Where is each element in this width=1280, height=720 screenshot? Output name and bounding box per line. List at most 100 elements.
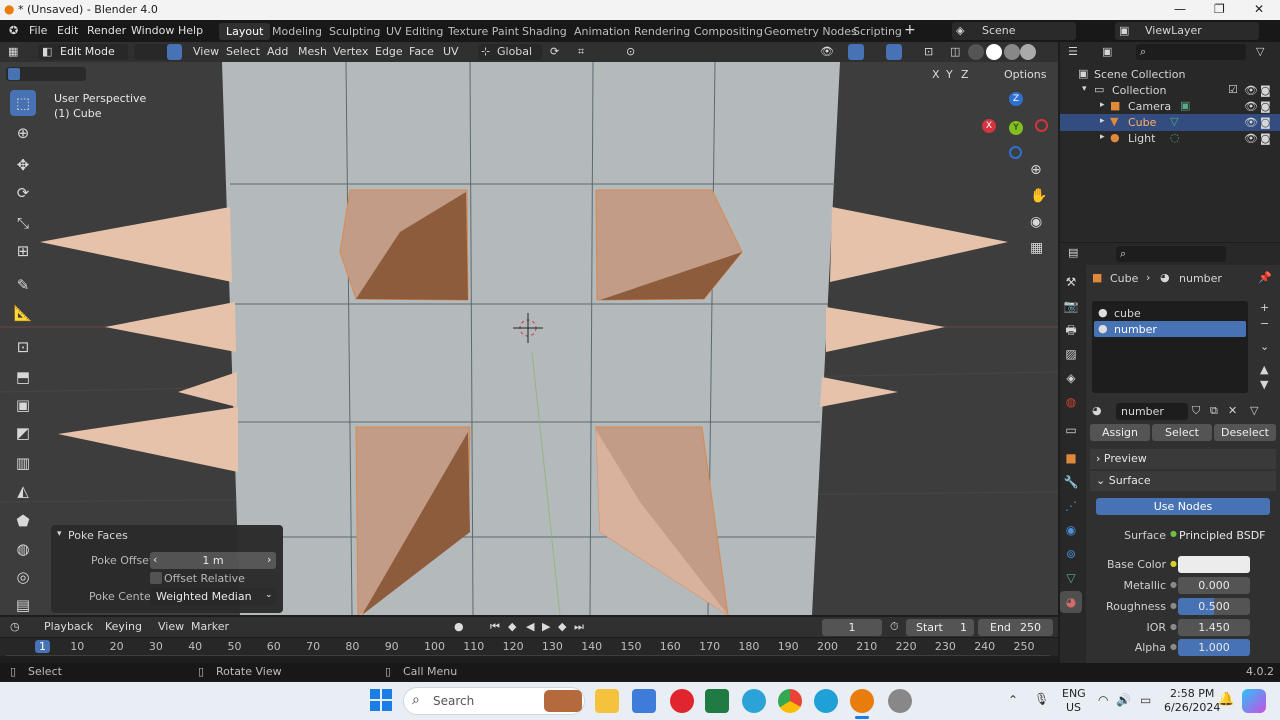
- blender-menu-icon[interactable]: ✪: [9, 24, 18, 37]
- eye-icon[interactable]: 👁: [1244, 132, 1258, 145]
- obs-icon[interactable]: [888, 689, 912, 713]
- viewport-menu-view[interactable]: View: [193, 45, 219, 58]
- navigation-gizmo[interactable]: Z X Y: [980, 90, 1052, 162]
- edge-icon[interactable]: [814, 689, 838, 713]
- viewport-menu-face[interactable]: Face: [409, 45, 434, 58]
- render-icon[interactable]: ◙: [1260, 132, 1271, 145]
- add-cube-tool-icon[interactable]: ⊡: [10, 334, 36, 360]
- end-frame-field[interactable]: End 250: [978, 619, 1053, 636]
- timeline-menu-view[interactable]: View: [158, 620, 184, 633]
- minimize-icon[interactable]: —: [1174, 2, 1186, 16]
- view-layer-selector[interactable]: ▣ ViewLayer: [1115, 22, 1259, 40]
- store-app-icon[interactable]: [632, 689, 656, 713]
- tab-texture-paint[interactable]: Texture Paint: [441, 23, 526, 40]
- outliner-item-cube[interactable]: ▸ ▼ Cube ▽ 👁 ◙: [1060, 114, 1280, 131]
- browse-material-icon[interactable]: ◕: [1092, 404, 1102, 417]
- timeline-ruler[interactable]: 1 10 20 30 40 50 60 70 80 90 100 110 120 130 140 150 160…: [0, 638, 1058, 659]
- chrome-icon[interactable]: [778, 689, 802, 713]
- menu-window[interactable]: Window: [131, 24, 174, 37]
- mode-dropdown[interactable]: ◧ Edit Mode: [38, 44, 128, 60]
- menu-render[interactable]: Render: [87, 24, 126, 37]
- tool-tab-icon[interactable]: ⚒: [1060, 271, 1082, 293]
- properties-editor-icon[interactable]: ▤: [1068, 246, 1078, 259]
- record-icon[interactable]: ●: [454, 620, 464, 633]
- new-selection-button[interactable]: [8, 68, 20, 80]
- material-slot-item-selected[interactable]: ● number: [1094, 321, 1246, 337]
- menu-file[interactable]: File: [29, 24, 47, 37]
- opera-icon[interactable]: [670, 689, 694, 713]
- visibility-icon[interactable]: 👁: [820, 45, 834, 58]
- next-keyframe-icon[interactable]: ◆: [558, 620, 566, 633]
- surface-panel-header[interactable]: ⌄ Surface: [1090, 471, 1276, 491]
- poly-build-tool-icon[interactable]: ⬟: [10, 508, 36, 534]
- metallic-field[interactable]: 0.000: [1178, 577, 1250, 594]
- face-select-mode-button[interactable]: [167, 44, 182, 60]
- expand-icon[interactable]: ▾: [1082, 84, 1087, 94]
- modifier-tab-icon[interactable]: 🔧: [1060, 471, 1082, 493]
- material-tab-icon[interactable]: ◕: [1060, 591, 1082, 613]
- duplicate-icon[interactable]: ⧉: [1210, 404, 1218, 418]
- particles-tab-icon[interactable]: ⋰: [1060, 495, 1082, 517]
- knife-tool-icon[interactable]: ◭: [10, 478, 36, 504]
- viewport-menu-vertex[interactable]: Vertex: [333, 45, 368, 58]
- lang-line2[interactable]: US: [1066, 701, 1081, 714]
- assign-button[interactable]: Assign: [1090, 424, 1150, 441]
- maximize-icon[interactable]: ❐: [1214, 2, 1225, 16]
- ortho-toggle-icon[interactable]: ▦: [1030, 240, 1043, 256]
- poke-offset-field[interactable]: ‹ 1 m ›: [150, 552, 276, 569]
- scene-tab-icon[interactable]: ◈: [1060, 367, 1082, 389]
- tab-modeling[interactable]: Modeling: [265, 23, 329, 40]
- ior-field[interactable]: 1.450: [1178, 619, 1250, 636]
- viewport-menu-add[interactable]: Add: [267, 45, 288, 58]
- render-icon[interactable]: ◙: [1260, 84, 1271, 97]
- pan-hand-icon[interactable]: ✋: [1030, 188, 1047, 204]
- render-tab-icon[interactable]: 📷: [1060, 295, 1082, 317]
- move-down-icon[interactable]: ▼: [1260, 378, 1268, 391]
- current-frame-field[interactable]: 1: [822, 619, 882, 636]
- display-mode-icon[interactable]: ▣: [1102, 45, 1112, 58]
- xray-icon[interactable]: ◫: [950, 45, 960, 58]
- pin-icon[interactable]: 📌: [1258, 271, 1272, 284]
- move-up-icon[interactable]: ▲: [1260, 363, 1268, 376]
- notification-bell-icon[interactable]: 🔔: [1218, 692, 1234, 707]
- battery-icon[interactable]: ▭: [1140, 693, 1151, 707]
- bevel-tool-icon[interactable]: ◩: [10, 420, 36, 446]
- constraints-tab-icon[interactable]: ⊚: [1060, 543, 1082, 565]
- surface-shader-field[interactable]: ● Principled BSDF: [1170, 527, 1266, 544]
- fake-user-icon[interactable]: ⛉: [1192, 404, 1200, 418]
- timeline-menu-keying[interactable]: Keying: [105, 620, 142, 633]
- tab-uv-editing[interactable]: UV Editing: [379, 23, 450, 40]
- slot-specials-icon[interactable]: ⌄: [1260, 340, 1269, 353]
- expand-icon[interactable]: ▸: [1100, 100, 1105, 110]
- taskbar-search[interactable]: ⌕ Search: [403, 687, 585, 715]
- tab-shading[interactable]: Shading: [515, 23, 574, 40]
- material-slots-list[interactable]: ● cube ● number: [1092, 301, 1248, 393]
- jump-end-icon[interactable]: ⏭: [574, 620, 584, 634]
- move-tool-icon[interactable]: ✥: [10, 152, 36, 178]
- material-name-field[interactable]: number: [1116, 403, 1188, 420]
- snap-icon[interactable]: ⌗: [578, 45, 584, 59]
- outliner-search-input[interactable]: ⌕: [1136, 44, 1246, 60]
- stopwatch-icon[interactable]: ⏱: [890, 620, 899, 634]
- viewport-menu-select[interactable]: Select: [226, 45, 260, 58]
- solid-shading-icon[interactable]: [986, 44, 1002, 60]
- clock-time[interactable]: 2:58 PM: [1170, 687, 1214, 700]
- shear-tool-icon[interactable]: ▤: [10, 592, 36, 618]
- cursor-tool-icon[interactable]: ⊕: [10, 120, 36, 146]
- viewport-menu-uv[interactable]: UV: [443, 45, 459, 58]
- timeline-editor-icon[interactable]: ◷: [10, 620, 20, 633]
- smooth-tool-icon[interactable]: ◎: [10, 564, 36, 590]
- remove-slot-icon[interactable]: −: [1260, 317, 1269, 330]
- overlay-toggle-button[interactable]: [886, 44, 902, 60]
- excel-icon[interactable]: [705, 689, 729, 713]
- menu-help[interactable]: Help: [178, 24, 203, 37]
- render-icon[interactable]: ◙: [1260, 100, 1271, 113]
- scene-collection-row[interactable]: ▣ Scene Collection: [1060, 66, 1280, 83]
- deselect-button[interactable]: Deselect: [1214, 424, 1276, 441]
- material-datablock[interactable]: ◕ number ⛉ ⧉ ✕ ▽: [1090, 403, 1276, 420]
- data-tab-icon[interactable]: ▽: [1060, 567, 1082, 589]
- outliner-editor-icon[interactable]: ☰: [1068, 45, 1078, 58]
- prev-keyframe-icon[interactable]: ◆: [508, 620, 516, 633]
- viewport-menu-edge[interactable]: Edge: [375, 45, 403, 58]
- scene-selector[interactable]: ◈ Scene: [952, 22, 1076, 40]
